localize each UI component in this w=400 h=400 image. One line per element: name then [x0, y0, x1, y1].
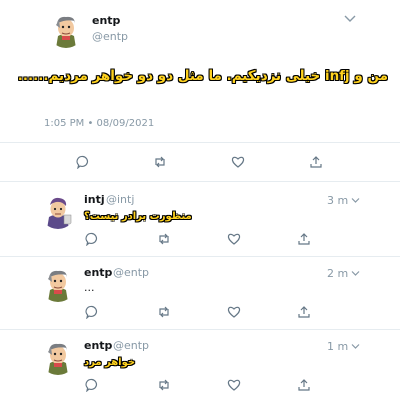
reply-divider — [0, 329, 400, 330]
main-tweet-text: من و infj خیلی نزدیکیم. ما مثل دو دو خوا… — [17, 68, 388, 84]
share-upload-icon[interactable] — [297, 305, 311, 319]
retweet-icon[interactable] — [157, 378, 171, 392]
reply-time[interactable]: 3 m — [327, 194, 348, 207]
reply-author-name[interactable]: entp — [84, 266, 112, 279]
main-tweet-divider-bottom — [0, 181, 400, 182]
like-heart-icon[interactable] — [231, 155, 245, 169]
reply-comment-bubble-icon[interactable] — [76, 155, 90, 169]
reply-author-handle[interactable]: @entp — [113, 339, 149, 352]
share-upload-icon[interactable] — [297, 378, 311, 392]
reply-time[interactable]: 2 m — [327, 267, 348, 280]
reply-comment-bubble-icon[interactable] — [85, 305, 99, 319]
share-upload-icon[interactable] — [297, 232, 311, 246]
like-heart-icon[interactable] — [227, 232, 241, 246]
reply-comment-bubble-icon[interactable] — [85, 378, 99, 392]
retweet-icon[interactable] — [153, 155, 167, 169]
retweet-icon[interactable] — [157, 305, 171, 319]
main-tweet-menu-chevron-down-icon[interactable] — [344, 13, 356, 25]
main-author-handle[interactable]: @entp — [92, 30, 128, 43]
share-upload-icon[interactable] — [309, 155, 323, 169]
like-heart-icon[interactable] — [227, 378, 241, 392]
reply-author-name[interactable]: entp — [84, 339, 112, 352]
reply-time[interactable]: 1 m — [327, 340, 348, 353]
retweet-icon[interactable] — [157, 232, 171, 246]
main-tweet-divider-top — [0, 142, 400, 143]
reply-menu-chevron-down-icon[interactable] — [351, 269, 360, 278]
reply-comment-bubble-icon[interactable] — [85, 232, 99, 246]
reply-text: خواهر مرد — [84, 357, 136, 368]
reply-text: منظورت برادر نیست؟ — [84, 211, 192, 222]
reply-author-name[interactable]: intj — [84, 193, 105, 206]
entp-avatar-illustration — [40, 266, 76, 302]
entp-avatar[interactable] — [40, 339, 76, 375]
reply-author-handle[interactable]: @intj — [106, 193, 134, 206]
intj-avatar-illustration — [40, 193, 76, 229]
like-heart-icon[interactable] — [227, 305, 241, 319]
entp-avatar-illustration — [48, 12, 84, 48]
reply-menu-chevron-down-icon[interactable] — [351, 342, 360, 351]
reply-divider — [0, 256, 400, 257]
reply-text: ... — [84, 281, 95, 294]
entp-avatar[interactable] — [48, 12, 84, 48]
entp-avatar-illustration — [40, 339, 76, 375]
reply-menu-chevron-down-icon[interactable] — [351, 196, 360, 205]
reply-author-handle[interactable]: @entp — [113, 266, 149, 279]
entp-avatar[interactable] — [40, 266, 76, 302]
main-author-name[interactable]: entp — [92, 14, 120, 27]
intj-avatar[interactable] — [40, 193, 76, 229]
main-tweet-timestamp[interactable]: 1:05 PM • 08/09/2021 — [44, 118, 154, 129]
